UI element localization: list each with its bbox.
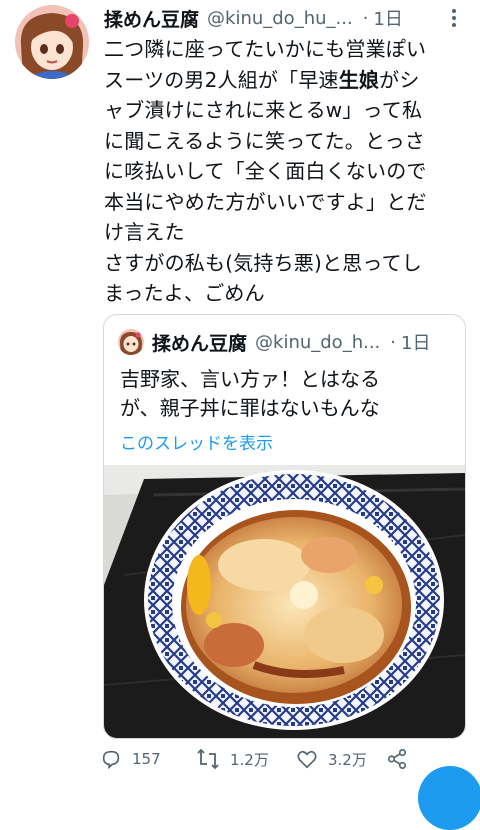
separator-dot: · [390, 331, 397, 353]
tweet-line: まったよ、ごめん [104, 281, 265, 305]
quoted-author-name: 揉めん豆腐 [152, 332, 248, 355]
retweet-icon [197, 748, 219, 770]
separator-dot: · [362, 7, 369, 29]
like-icon [297, 750, 317, 769]
tweet-text: 二つ隣に座ってたいかにも営業ぽい スーツの男2人組が「早速生娘がシ ャブ漬けにさ… [104, 34, 474, 309]
quoted-author-avatar [118, 329, 144, 355]
tweet-time[interactable]: 1日 [373, 5, 402, 31]
retweet-button[interactable]: 1.2万 [196, 748, 269, 770]
reply-count: 157 [132, 750, 161, 768]
quoted-line: 吉野家、言い方ァ！とはなる [120, 367, 380, 391]
tweet-line: スーツの男2人組が「早速生娘がシ [104, 67, 420, 92]
quoted-tweet-time: 1日 [401, 333, 431, 354]
tweet-line: に聞こえるように笑ってた。とっさ [104, 128, 425, 153]
quoted-tweet-text: 吉野家、言い方ァ！とはなる が、親子丼に罪はないもんな [120, 365, 450, 423]
quoted-line: が、親子丼に罪はないもんな [120, 396, 380, 420]
food-photo[interactable] [104, 465, 465, 738]
more-icon[interactable] [444, 6, 464, 30]
reply-button[interactable]: 157 [100, 748, 161, 770]
tweet-line: 本当にやめた方がいいですよ」とだ [104, 189, 427, 214]
compose-button[interactable] [418, 766, 480, 830]
tweet-line: け言えた [104, 220, 185, 244]
share-icon [387, 749, 407, 769]
quoted-tweet-header: 揉めん豆腐 @kinu_do_h... · 1日 [118, 329, 455, 355]
retweet-count: 1.2万 [230, 750, 269, 769]
quoted-author-handle: @kinu_do_h... [255, 331, 381, 353]
tweet-header: 揉めん豆腐 @kinu_do_hu_... · 1日 [104, 5, 470, 32]
tweet-actions: 157 1.2万 3.2万 [100, 748, 480, 778]
tweet-line: に咳払いして「全く面白くないので [104, 159, 427, 183]
reply-icon [102, 750, 120, 770]
author-handle[interactable]: @kinu_do_hu_... [207, 8, 353, 29]
like-button[interactable]: 3.2万 [296, 748, 367, 770]
tweet-line: さすがの私も(気持ち悪)と思ってし [104, 250, 423, 275]
show-thread-link[interactable]: このスレッドを表示 [120, 429, 273, 454]
tweet-line: 二つ隣に座ってたいかにも営業ぽい [104, 37, 427, 61]
author-avatar[interactable] [15, 5, 89, 79]
tweet-line: ャブ漬けにされに来とるw」って私 [104, 98, 423, 122]
share-button[interactable] [386, 748, 418, 770]
like-count: 3.2万 [328, 750, 367, 769]
author-name[interactable]: 揉めん豆腐 [104, 5, 199, 32]
quoted-tweet-card[interactable]: 揉めん豆腐 @kinu_do_h... · 1日 吉野家、言い方ァ！とはなる が… [103, 314, 466, 739]
emphasized-word: 生娘 [338, 67, 380, 92]
